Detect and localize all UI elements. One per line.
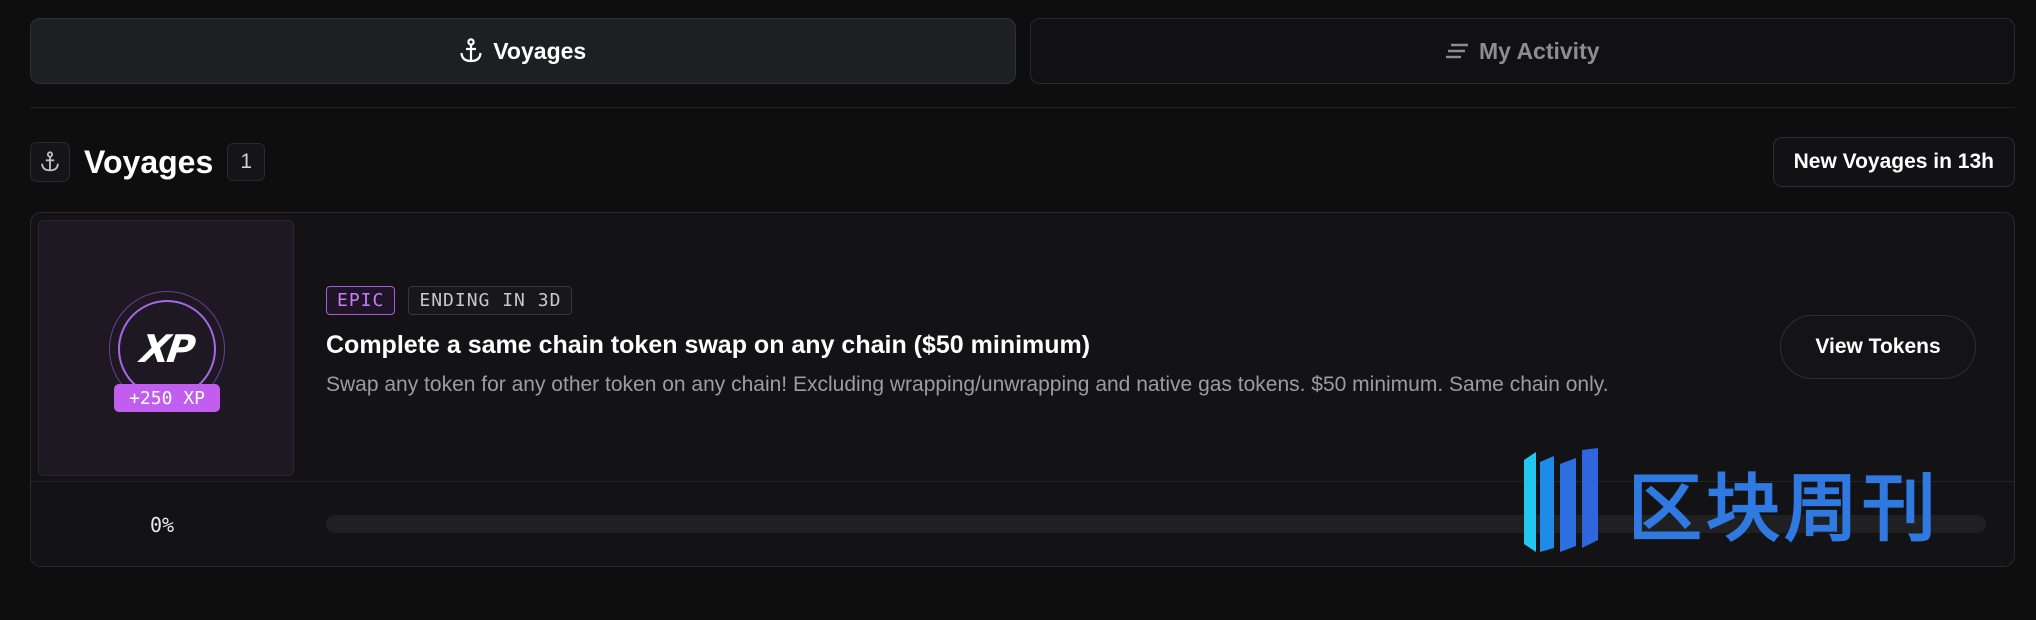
tab-voyages-label: Voyages (493, 37, 587, 64)
section-title: Voyages (84, 143, 214, 180)
count-badge: 1 (227, 143, 266, 181)
voyage-thumbnail: XP +250 XP (38, 220, 294, 476)
new-voyages-button[interactable]: New Voyages in 13h (1772, 137, 2015, 187)
progress-percent: 0% (149, 513, 175, 537)
watermark-text: 区块周刊 (1628, 465, 1940, 552)
voyage-title: Complete a same chain token swap on any … (326, 331, 1091, 359)
list-lines-icon (1445, 42, 1469, 60)
view-tokens-button[interactable]: View Tokens (1780, 315, 1976, 379)
xp-reward-badge: +250 XP (114, 384, 220, 412)
anchor-icon (30, 142, 70, 182)
voyage-badges: EPIC ENDING IN 3D (326, 286, 1609, 315)
section-header: Voyages 1 New Voyages in 13h (30, 137, 2015, 187)
voyage-content: EPIC ENDING IN 3D Complete a same chain … (326, 286, 1609, 397)
rarity-badge: EPIC (326, 286, 396, 315)
anchor-icon (459, 38, 483, 64)
tab-bar: Voyages My Activity (30, 18, 2015, 84)
tab-my-activity-label: My Activity (1478, 37, 1600, 64)
tab-my-activity[interactable]: My Activity (1029, 18, 2015, 84)
ending-badge: ENDING IN 3D (408, 286, 573, 315)
watermark-logo-icon (1524, 448, 1598, 552)
voyage-description: Swap any token for any other token on an… (326, 373, 1609, 396)
watermark: 区块周刊 (1522, 448, 1940, 556)
tab-voyages[interactable]: Voyages (30, 18, 1016, 84)
divider (30, 107, 2015, 108)
xp-logo: XP (138, 327, 196, 371)
